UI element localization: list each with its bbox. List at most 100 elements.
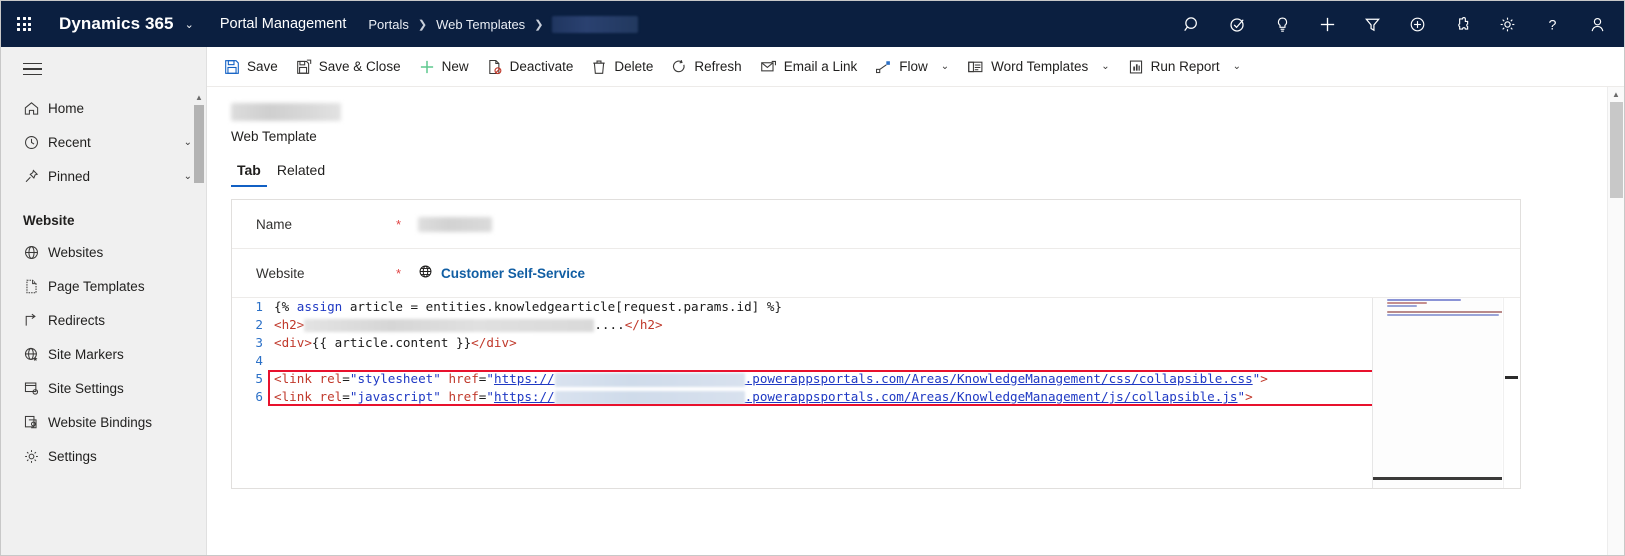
code-token: href — [448, 371, 479, 386]
gear-icon[interactable] — [1485, 1, 1530, 47]
code-lines-container[interactable]: 1 {% assign article = entities.knowledgea… — [232, 298, 1372, 488]
sidebar-item-settings[interactable]: Settings — [1, 439, 206, 473]
plus-icon[interactable] — [1305, 1, 1350, 47]
code-token: "javascript" — [349, 389, 441, 404]
code-text[interactable]: <link rel="javascript" href="https://.po… — [274, 388, 1372, 406]
sidebar-item-page-templates[interactable]: Page Templates — [1, 269, 206, 303]
form-section: Name * Website * Customer Self-Service 1… — [231, 199, 1521, 489]
code-text[interactable]: <link rel="stylesheet" href="https://.po… — [274, 370, 1372, 388]
new-button[interactable]: New — [410, 47, 478, 87]
code-line[interactable]: 5 <link rel="stylesheet" href="https://.p… — [232, 370, 1372, 388]
page-icon — [23, 278, 48, 295]
minimap-line — [1387, 311, 1502, 313]
scroll-up-arrow-icon[interactable]: ▲ — [194, 93, 204, 103]
code-text[interactable]: <h2> ....</h2> — [274, 316, 1372, 334]
code-line[interactable]: 3 <div>{{ article.content }}</div> — [232, 334, 1372, 352]
code-token: .powerappsportals.com/Areas/KnowledgeMan… — [744, 389, 1238, 404]
brand-chevron-down-icon[interactable]: ⌄ — [185, 18, 194, 31]
minimap-horizontal-slider[interactable] — [1373, 477, 1502, 480]
code-token: article = entities.knowledgearticle[requ… — [342, 299, 783, 314]
sidebar-item-site-settings[interactable]: Site Settings — [1, 371, 206, 405]
diagnostics-icon[interactable] — [1215, 1, 1260, 47]
chevron-right-icon: ❯ — [417, 18, 428, 31]
chevron-down-icon[interactable]: ⌄ — [1227, 61, 1241, 72]
breadcrumb-item-portals[interactable]: Portals — [368, 17, 408, 32]
search-icon[interactable] — [1170, 1, 1215, 47]
chevron-down-icon[interactable]: ⌄ — [935, 61, 949, 72]
deactivate-button[interactable]: Deactivate — [478, 47, 583, 87]
email-a-link-button[interactable]: Email a Link — [751, 47, 867, 87]
globe-icon — [418, 264, 433, 282]
user-account-icon[interactable] — [1575, 1, 1620, 47]
word-templates-button[interactable]: Word Templates ⌄ — [958, 47, 1118, 87]
code-token: assign — [296, 299, 343, 314]
form-row-website: Website * Customer Self-Service — [232, 249, 1520, 298]
sidebar-scrollbar[interactable]: ▲ — [194, 93, 204, 551]
filter-icon[interactable] — [1350, 1, 1395, 47]
code-text[interactable]: <div>{{ article.content }}</div> — [274, 334, 1372, 352]
sidebar-item-label: Site Settings — [48, 380, 124, 396]
sidebar-item-site-markers[interactable]: Site Markers — [1, 337, 206, 371]
code-line[interactable]: 2 <h2> ....</h2> — [232, 316, 1372, 334]
save-and-close-button[interactable]: Save & Close — [287, 47, 410, 87]
breadcrumb-item-record-redacted[interactable] — [552, 15, 639, 33]
chevron-down-icon[interactable]: ⌄ — [1095, 61, 1109, 72]
line-number: 2 — [255, 317, 263, 332]
delete-button[interactable]: Delete — [582, 47, 662, 87]
sidebar-item-label: Websites — [48, 244, 104, 260]
tab-general[interactable]: Tab — [231, 158, 267, 187]
sidebar-item-recent[interactable]: Recent ⌄ — [1, 125, 206, 159]
sidebar-item-websites[interactable]: Websites — [1, 235, 206, 269]
line-number: 3 — [255, 335, 263, 350]
plus-circle-icon[interactable] — [1395, 1, 1440, 47]
chevron-down-icon[interactable]: ⌄ — [184, 137, 192, 148]
code-text[interactable]: {% assign article = entities.knowledgear… — [274, 298, 1372, 316]
website-lookup-link[interactable]: Customer Self-Service — [418, 264, 585, 282]
sidebar-item-home[interactable]: Home — [1, 91, 206, 125]
deactivate-icon — [487, 59, 503, 75]
required-indicator: * — [396, 265, 402, 281]
name-field-value-redacted[interactable] — [418, 216, 492, 232]
site-map-sidebar: Home Recent ⌄ Pinned ⌄ Website Websites … — [1, 47, 207, 555]
run-report-button[interactable]: Run Report ⌄ — [1119, 47, 1250, 87]
line-number: 4 — [255, 353, 263, 368]
code-token: = — [342, 389, 350, 404]
chevron-right-icon: ❯ — [534, 18, 544, 31]
page-scroll-thumb[interactable] — [1610, 102, 1623, 198]
code-line[interactable]: 4 — [232, 352, 1372, 370]
page-vertical-scrollbar[interactable]: ▲ — [1607, 87, 1624, 555]
hamburger-menu-icon[interactable] — [1, 47, 206, 91]
entity-type-label: Web Template — [231, 129, 317, 144]
editor-scroll-thumb[interactable] — [1505, 376, 1518, 379]
command-label: Save — [247, 59, 278, 74]
minimap-line — [1387, 299, 1461, 301]
trash-icon — [591, 59, 607, 75]
save-button[interactable]: Save — [215, 47, 287, 87]
top-navigation-bar: Dynamics 365 ⌄ Portal Management Portals… — [1, 1, 1624, 47]
puzzle-piece-icon[interactable] — [1440, 1, 1485, 47]
command-label: Delete — [614, 59, 654, 74]
refresh-button[interactable]: Refresh — [662, 47, 750, 87]
app-body: Home Recent ⌄ Pinned ⌄ Website Websites … — [1, 47, 1624, 555]
code-line[interactable]: 6 <link rel="javascript" href="https://.p… — [232, 388, 1372, 406]
line-number: 6 — [255, 389, 263, 404]
code-token: {{ article.content }} — [311, 335, 472, 350]
sidebar-item-pinned[interactable]: Pinned ⌄ — [1, 159, 206, 193]
app-launcher-icon[interactable] — [1, 1, 47, 47]
breadcrumb-item-web-templates[interactable]: Web Templates — [436, 17, 525, 32]
help-icon[interactable]: ? — [1530, 1, 1575, 47]
code-minimap[interactable] — [1372, 298, 1502, 488]
editor-vertical-scrollbar[interactable] — [1503, 298, 1520, 488]
sidebar-item-redirects[interactable]: Redirects — [1, 303, 206, 337]
source-code-editor[interactable]: 1 {% assign article = entities.knowledgea… — [232, 298, 1520, 488]
sidebar-item-label: Settings — [48, 448, 97, 464]
chevron-down-icon[interactable]: ⌄ — [184, 171, 192, 182]
lightbulb-icon[interactable] — [1260, 1, 1305, 47]
pin-icon — [23, 168, 48, 185]
tab-related[interactable]: Related — [271, 158, 331, 187]
sidebar-item-website-bindings[interactable]: Website Bindings — [1, 405, 206, 439]
code-line[interactable]: 1 {% assign article = entities.knowledgea… — [232, 298, 1372, 316]
scroll-up-arrow-icon[interactable]: ▲ — [1608, 87, 1624, 102]
flow-button[interactable]: Flow ⌄ — [866, 47, 958, 87]
sidebar-scroll-thumb[interactable] — [194, 105, 204, 183]
